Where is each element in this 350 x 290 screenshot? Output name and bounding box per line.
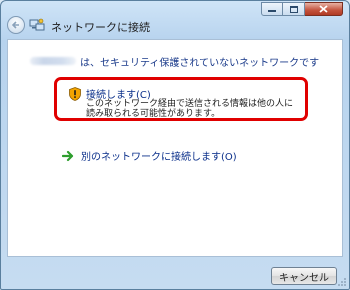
network-icon [29, 18, 45, 31]
resize-grip-icon[interactable] [337, 277, 347, 287]
button-bar: キャンセル [1, 257, 349, 289]
cancel-button[interactable]: キャンセル [271, 267, 337, 285]
security-warning-text: は、セキュリティ保護されていないネットワークです [80, 58, 320, 69]
connect-option-description: このネットワーク経由で送信される情報は他の人に読み取られる可能性があります。 [86, 99, 294, 119]
connect-other-network-link[interactable]: 別のネットワークに接続します(O) [62, 148, 237, 163]
close-icon [319, 5, 328, 13]
dialog-window: ネットワークに接続 は、セキュリティ保護されていないネットワークです 接続します… [0, 0, 350, 290]
content-panel: は、セキュリティ保護されていないネットワークです 接続します(C) このネットワ… [7, 39, 343, 257]
navigation-row: ネットワークに接続 [1, 13, 349, 39]
maximize-icon [289, 5, 298, 13]
connect-other-network-label: 別のネットワークに接続します(O) [81, 152, 237, 163]
connect-option[interactable]: 接続します(C) このネットワーク経由で送信される情報は他の人に読み取られる可能… [54, 77, 308, 121]
shield-warning-icon [69, 87, 81, 101]
back-button[interactable] [7, 16, 25, 34]
network-name-redacted [30, 57, 76, 65]
green-arrow-icon [62, 150, 74, 161]
window-title: ネットワークに接続 [51, 21, 150, 34]
back-arrow-icon [11, 21, 19, 29]
minimize-icon [268, 10, 276, 12]
